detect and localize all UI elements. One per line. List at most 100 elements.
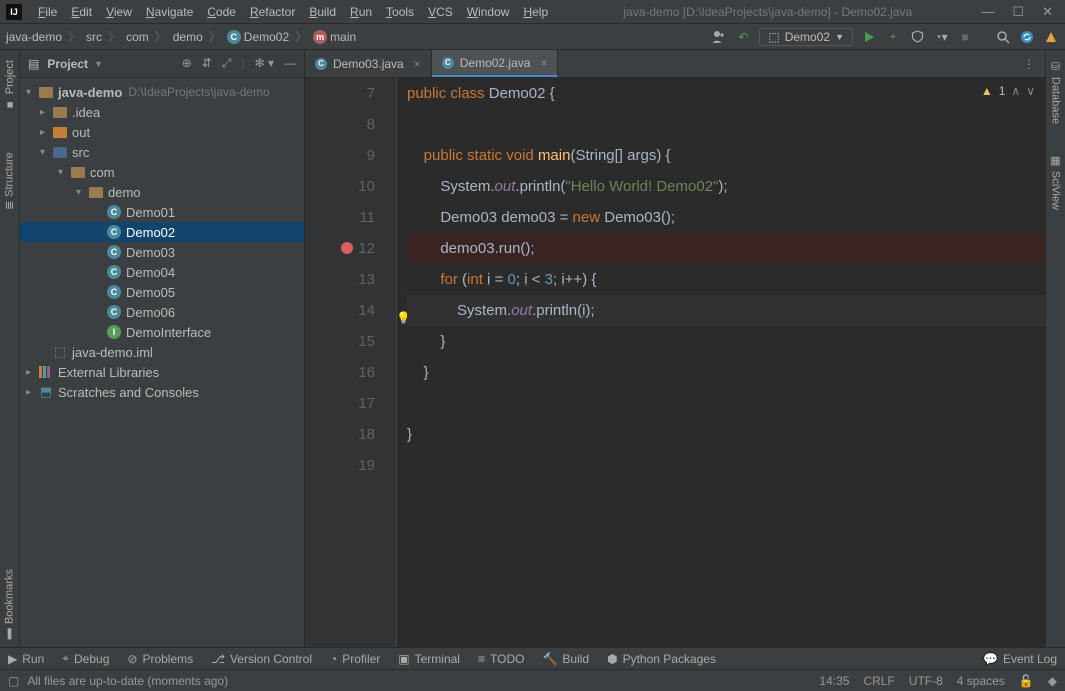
run-button[interactable] bbox=[861, 29, 877, 45]
select-opened-file-icon[interactable]: ⊕ bbox=[182, 56, 192, 71]
back-icon[interactable]: ↶ bbox=[735, 29, 751, 45]
sciview-toolwindow-tab[interactable]: ▦SciView bbox=[1047, 148, 1064, 216]
menu-edit[interactable]: Edit bbox=[65, 3, 98, 21]
code-line-12[interactable]: demo03.run(); bbox=[407, 233, 1045, 264]
tree-com-package[interactable]: ▾com bbox=[20, 162, 304, 182]
menu-help[interactable]: Help bbox=[517, 3, 554, 21]
menu-vcs[interactable]: VCS bbox=[422, 3, 459, 21]
gutter-line-17[interactable]: 17 bbox=[305, 388, 375, 419]
tree-root[interactable]: ▾ java-demoD:\IdeaProjects\java-demo bbox=[20, 82, 304, 102]
editor-gutter[interactable]: 7▶89▶1011121314💡1516171819 bbox=[305, 78, 383, 647]
tree-interface[interactable]: IDemoInterface bbox=[20, 322, 304, 342]
gutter-line-14[interactable]: 14💡 bbox=[305, 295, 375, 326]
line-separator[interactable]: CRLF bbox=[863, 674, 894, 688]
code-line-7[interactable]: public class Demo02 { bbox=[407, 78, 1045, 109]
inspection-widget[interactable]: ▲ 1 ∧ ∨ bbox=[981, 84, 1035, 98]
code-line-19[interactable] bbox=[407, 450, 1045, 481]
code-line-16[interactable]: } bbox=[407, 357, 1045, 388]
gutter-line-18[interactable]: 18 bbox=[305, 419, 375, 450]
project-sidebar-title[interactable]: Project ▼ bbox=[47, 57, 103, 71]
menu-refactor[interactable]: Refactor bbox=[244, 3, 301, 21]
code-line-14[interactable]: System.out.println(i); bbox=[407, 295, 1045, 326]
code-line-15[interactable]: } bbox=[407, 326, 1045, 357]
editor-tabs-more-icon[interactable]: ⋮ bbox=[1013, 50, 1045, 77]
prev-highlight-icon[interactable]: ∧ bbox=[1011, 84, 1020, 98]
code-line-18[interactable]: } bbox=[407, 419, 1045, 450]
project-toolwindow-tab[interactable]: ■Project bbox=[2, 54, 18, 116]
next-highlight-icon[interactable]: ∨ bbox=[1026, 84, 1035, 98]
gutter-line-11[interactable]: 11 bbox=[305, 202, 375, 233]
tree-idea-folder[interactable]: ▸.idea bbox=[20, 102, 304, 122]
close-tab-icon[interactable]: × bbox=[540, 56, 547, 70]
tool-problems[interactable]: ⊘Problems bbox=[127, 652, 193, 666]
tree-class-demo02[interactable]: CDemo02 bbox=[20, 222, 304, 242]
tool-python-packages[interactable]: ⬢Python Packages bbox=[607, 652, 716, 666]
tree-out-folder[interactable]: ▸out bbox=[20, 122, 304, 142]
settings-icon[interactable]: ✻ ▾ bbox=[255, 56, 274, 71]
project-tree[interactable]: ▾ java-demoD:\IdeaProjects\java-demo ▸.i… bbox=[20, 78, 304, 647]
tool-profiler[interactable]: ◔Profiler bbox=[330, 652, 380, 666]
stop-button[interactable]: ■ bbox=[957, 29, 973, 45]
tool-build[interactable]: 🔨Build bbox=[542, 652, 589, 666]
tree-class-demo05[interactable]: CDemo05 bbox=[20, 282, 304, 302]
file-encoding[interactable]: UTF-8 bbox=[909, 674, 943, 688]
close-button[interactable]: ✕ bbox=[1042, 4, 1053, 20]
status-tool-icon[interactable]: ▢ bbox=[8, 674, 19, 688]
gutter-line-9[interactable]: 9▶ bbox=[305, 140, 375, 171]
tree-class-demo04[interactable]: CDemo04 bbox=[20, 262, 304, 282]
code-line-11[interactable]: Demo03 demo03 = new Demo03(); bbox=[407, 202, 1045, 233]
readonly-lock-icon[interactable]: 🔓 bbox=[1019, 674, 1034, 688]
collapse-all-icon[interactable]: ⤢ bbox=[222, 56, 232, 71]
tree-external-libraries[interactable]: ▸External Libraries bbox=[20, 362, 304, 382]
breadcrumb-main[interactable]: mmain bbox=[313, 30, 356, 44]
code-line-10[interactable]: System.out.println("Hello World! Demo02"… bbox=[407, 171, 1045, 202]
menu-code[interactable]: Code bbox=[201, 3, 242, 21]
breadcrumb-java-demo[interactable]: java-demo bbox=[6, 30, 62, 44]
gutter-line-7[interactable]: 7▶ bbox=[305, 78, 375, 109]
breadcrumb-demo02[interactable]: CDemo02 bbox=[227, 30, 289, 44]
memory-indicator-icon[interactable]: ◆ bbox=[1048, 674, 1057, 688]
tool-run[interactable]: ▶Run bbox=[8, 652, 44, 666]
indent-info[interactable]: 4 spaces bbox=[957, 674, 1005, 688]
tool-terminal[interactable]: ▣Terminal bbox=[398, 652, 460, 666]
tree-class-demo03[interactable]: CDemo03 bbox=[20, 242, 304, 262]
gutter-line-19[interactable]: 19 bbox=[305, 450, 375, 481]
code-line-13[interactable]: for (int i = 0; i < 3; i++) { bbox=[407, 264, 1045, 295]
gutter-line-13[interactable]: 13 bbox=[305, 264, 375, 295]
menu-tools[interactable]: Tools bbox=[380, 3, 420, 21]
sync-icon[interactable] bbox=[1019, 29, 1035, 45]
code-editor[interactable]: 7▶89▶1011121314💡1516171819 ▲ 1 ∧ ∨ publi… bbox=[305, 78, 1045, 647]
tool-todo[interactable]: ≡TODO bbox=[478, 652, 524, 666]
minimize-button[interactable]: — bbox=[981, 4, 994, 20]
tool-version-control[interactable]: ⎇Version Control bbox=[211, 652, 312, 666]
gutter-line-16[interactable]: 16 bbox=[305, 357, 375, 388]
menu-file[interactable]: File bbox=[32, 3, 63, 21]
code-line-17[interactable] bbox=[407, 388, 1045, 419]
caret-position[interactable]: 14:35 bbox=[819, 674, 849, 688]
menu-navigate[interactable]: Navigate bbox=[140, 3, 199, 21]
menu-window[interactable]: Window bbox=[461, 3, 516, 21]
hide-icon[interactable]: — bbox=[284, 56, 296, 71]
code-line-8[interactable] bbox=[407, 109, 1045, 140]
breadcrumb-src[interactable]: src bbox=[86, 30, 102, 44]
gutter-line-10[interactable]: 10 bbox=[305, 171, 375, 202]
tree-scratches[interactable]: ▸⬒Scratches and Consoles bbox=[20, 382, 304, 402]
code-content[interactable]: ▲ 1 ∧ ∨ public class Demo02 { public sta… bbox=[397, 78, 1045, 647]
gutter-line-15[interactable]: 15 bbox=[305, 326, 375, 357]
gutter-line-12[interactable]: 12 bbox=[305, 233, 375, 264]
expand-all-icon[interactable]: ⇵ bbox=[202, 56, 212, 71]
structure-toolwindow-tab[interactable]: ≣Structure bbox=[1, 146, 18, 216]
code-line-9[interactable]: public static void main(String[] args) { bbox=[407, 140, 1045, 171]
close-tab-icon[interactable]: × bbox=[414, 57, 421, 71]
breakpoint-icon[interactable] bbox=[341, 242, 353, 254]
tree-demo-package[interactable]: ▾demo bbox=[20, 182, 304, 202]
search-icon[interactable] bbox=[995, 29, 1011, 45]
fold-strip[interactable] bbox=[383, 78, 397, 647]
editor-tab-demo02-java[interactable]: CDemo02.java× bbox=[432, 50, 559, 77]
menu-run[interactable]: Run bbox=[344, 3, 378, 21]
database-toolwindow-tab[interactable]: ⛁Database bbox=[1047, 54, 1064, 130]
ide-features-icon[interactable] bbox=[1043, 29, 1059, 45]
run-config-selector[interactable]: ⬚ Demo02 ▼ bbox=[759, 28, 853, 46]
tree-class-demo06[interactable]: CDemo06 bbox=[20, 302, 304, 322]
coverage-button[interactable] bbox=[909, 29, 925, 45]
